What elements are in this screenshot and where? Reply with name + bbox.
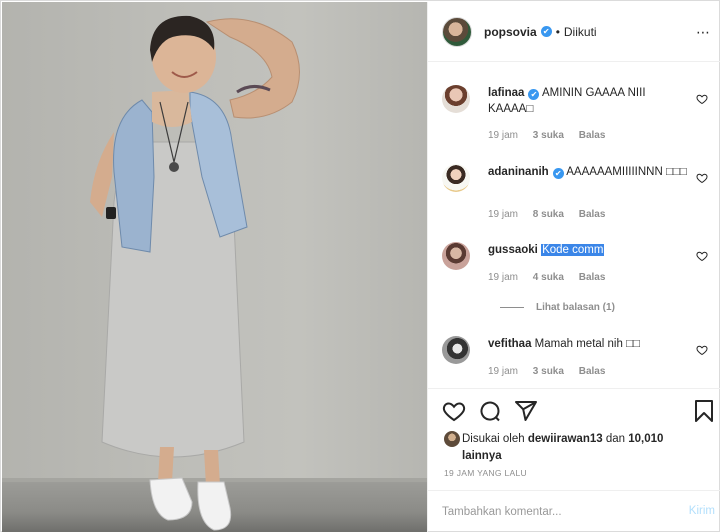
owner-username[interactable]: popsovia bbox=[484, 25, 537, 39]
comment-body: lafinaa ✔ AMININ GAAAA NIII KAAAA□ bbox=[488, 85, 688, 117]
comment-text-selected: Kode comm bbox=[541, 244, 605, 256]
comment-body: adaninanih ✔ AAAAAAMIIIIINNN □□□ bbox=[488, 164, 688, 180]
verified-badge-icon: ✔ bbox=[552, 168, 564, 179]
liked-by-text: Disukai oleh dewiirawan13 dan 10,010 lai… bbox=[444, 431, 694, 465]
post-sidebar: popsovia ✔ • Diikuti ⋯ lafinaa ✔ AMININ G… bbox=[427, 2, 720, 532]
header-separator: • bbox=[555, 24, 560, 39]
verified-badge-icon: ✔ bbox=[528, 89, 540, 100]
instagram-post-modal: popsovia ✔ • Diikuti ⋯ lafinaa ✔ AMININ G… bbox=[0, 0, 720, 532]
comment-likes[interactable]: 8 suka bbox=[533, 209, 564, 220]
comment-like-heart-icon[interactable] bbox=[696, 344, 708, 356]
commenter-avatar[interactable] bbox=[442, 336, 470, 364]
comment-meta: 19 jam 8 suka Balas bbox=[488, 209, 617, 220]
post-time-ago[interactable]: 19 JAM YANG LALU bbox=[444, 468, 527, 478]
reply-button[interactable]: Balas bbox=[579, 272, 606, 283]
post-photo[interactable] bbox=[2, 2, 427, 532]
comment-icon[interactable] bbox=[478, 399, 502, 423]
liked-by: Disukai oleh dewiirawan13 dan 10,010 lai… bbox=[444, 431, 694, 465]
share-icon[interactable] bbox=[514, 399, 538, 423]
comment-body: gussaoki Kode comm bbox=[488, 242, 688, 258]
post-actions: Disukai oleh dewiirawan13 dan 10,010 lai… bbox=[428, 388, 720, 488]
commenter-avatar[interactable] bbox=[442, 85, 470, 113]
reply-button[interactable]: Balas bbox=[579, 366, 606, 377]
comment-like-heart-icon[interactable] bbox=[696, 172, 708, 184]
comment-meta: 19 jam 3 suka Balas bbox=[488, 130, 617, 141]
comment-username[interactable]: gussaoki bbox=[488, 244, 538, 256]
liked-by-connector: dan bbox=[605, 433, 626, 445]
heart-icon[interactable] bbox=[442, 399, 466, 423]
verified-badge-icon: ✔ bbox=[540, 26, 552, 37]
comment-username[interactable]: adaninanih bbox=[488, 166, 549, 178]
comment-likes[interactable]: 4 suka bbox=[533, 272, 564, 283]
comment-input[interactable] bbox=[442, 503, 662, 521]
liked-by-prefix: Disukai oleh bbox=[462, 433, 525, 445]
commenter-avatar[interactable] bbox=[442, 164, 470, 192]
view-replies-label: Lihat balasan (1) bbox=[536, 302, 615, 313]
comments-list[interactable]: lafinaa ✔ AMININ GAAAA NIII KAAAA□ 19 jam… bbox=[428, 63, 720, 388]
owner-avatar[interactable] bbox=[442, 16, 472, 47]
reply-button[interactable]: Balas bbox=[579, 130, 606, 141]
liked-by-user[interactable]: dewiirawan13 bbox=[528, 433, 603, 445]
post-header: popsovia ✔ • Diikuti ⋯ bbox=[428, 2, 720, 62]
comment-body: vefithaa Mamah metal nih □□ bbox=[488, 336, 688, 352]
comment-like-heart-icon[interactable] bbox=[696, 93, 708, 105]
view-replies-button[interactable]: Lihat balasan (1) bbox=[500, 302, 615, 313]
post-comment-button[interactable]: Kirim bbox=[689, 505, 715, 517]
comment-username[interactable]: vefithaa bbox=[488, 338, 531, 350]
comment-meta: 19 jam 3 suka Balas bbox=[488, 366, 617, 377]
reply-button[interactable]: Balas bbox=[579, 209, 606, 220]
commenter-avatar[interactable] bbox=[442, 242, 470, 270]
more-options-icon[interactable]: ⋯ bbox=[696, 24, 711, 41]
comment-text: Mamah metal nih □□ bbox=[534, 338, 640, 350]
comment-time[interactable]: 19 jam bbox=[488, 366, 518, 377]
comment-time[interactable]: 19 jam bbox=[488, 272, 518, 283]
replies-line bbox=[500, 307, 524, 308]
bookmark-icon[interactable] bbox=[692, 399, 716, 423]
comment-username[interactable]: lafinaa bbox=[488, 87, 524, 99]
liker-avatar[interactable] bbox=[444, 431, 460, 447]
add-comment-bar: Kirim bbox=[428, 490, 720, 532]
follow-status-button[interactable]: Diikuti bbox=[564, 25, 597, 39]
comment-likes[interactable]: 3 suka bbox=[533, 366, 564, 377]
comment-meta: 19 jam 4 suka Balas bbox=[488, 272, 617, 283]
comment-like-heart-icon[interactable] bbox=[696, 250, 708, 262]
comment-likes[interactable]: 3 suka bbox=[533, 130, 564, 141]
comment-time[interactable]: 19 jam bbox=[488, 209, 518, 220]
photo-person-illustration bbox=[90, 15, 300, 531]
comment-text: AAAAAAMIIIIINNN □□□ bbox=[566, 166, 687, 178]
comment-time[interactable]: 19 jam bbox=[488, 130, 518, 141]
